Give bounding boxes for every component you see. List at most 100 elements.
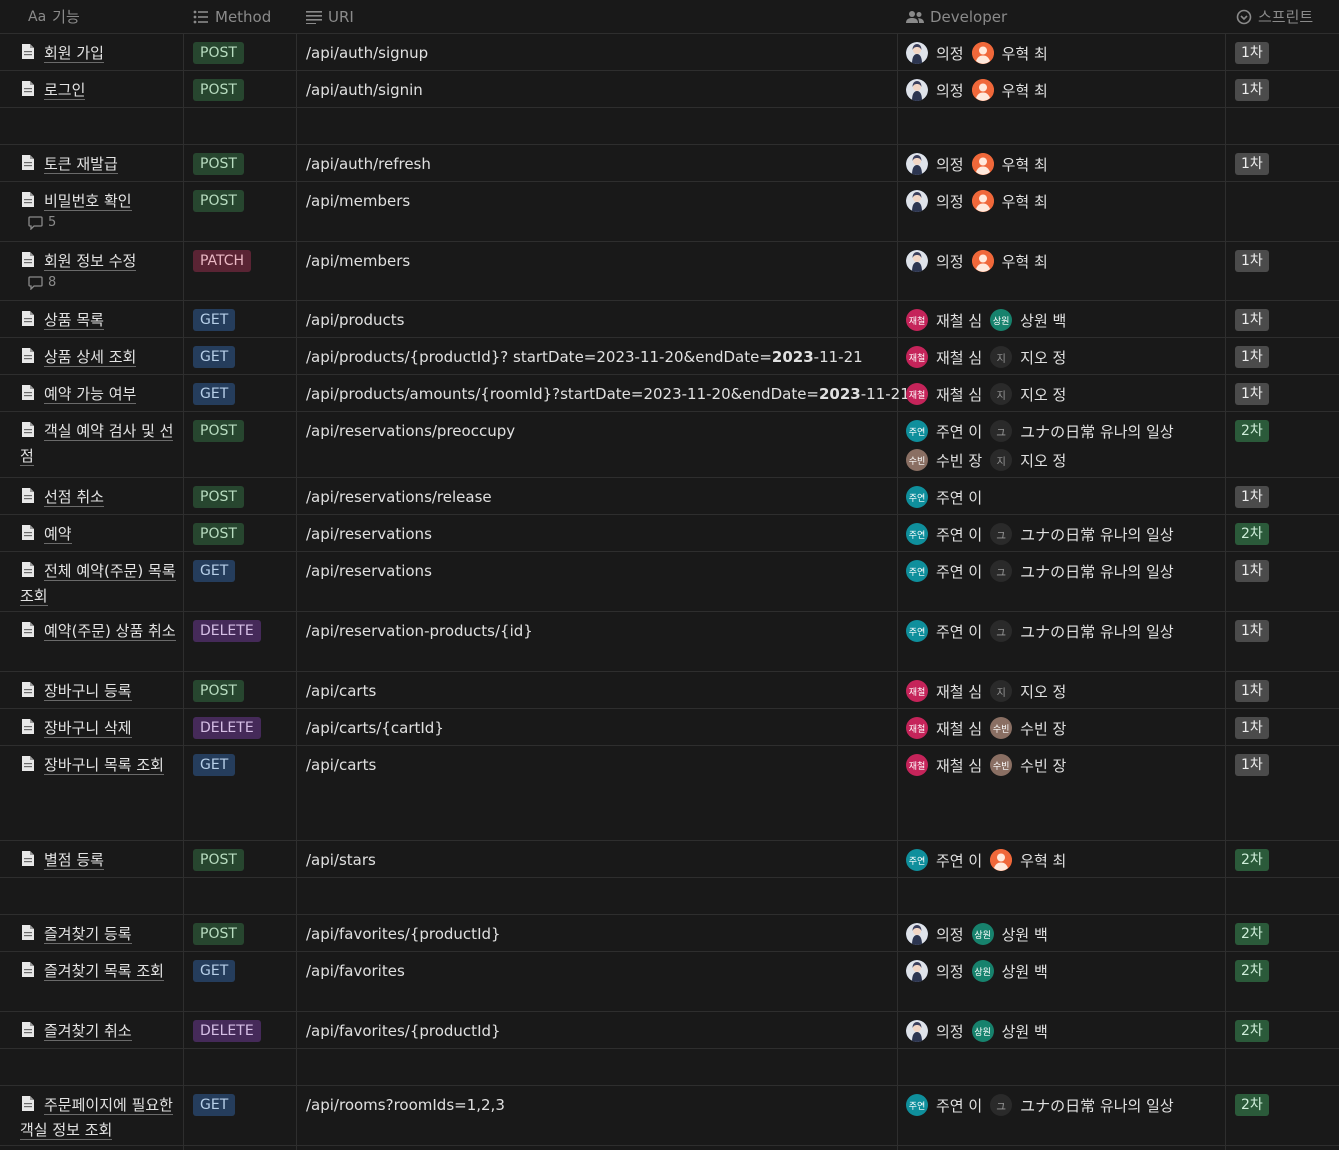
- developer-cell[interactable]: 의정 상원 상원 백: [906, 1020, 1221, 1049]
- method-tag[interactable]: POST: [193, 420, 244, 442]
- method-tag[interactable]: POST: [193, 523, 244, 545]
- row-title[interactable]: 장바구니 등록: [20, 680, 180, 705]
- person-chip[interactable]: 재철 재철 심: [906, 346, 982, 368]
- person-chip[interactable]: 수빈 수빈 장: [906, 449, 982, 471]
- row-title[interactable]: 회원 가입: [20, 42, 180, 67]
- person-chip[interactable]: ユユナの日常 유나의 일상: [990, 560, 1174, 582]
- header-method[interactable]: Method: [193, 0, 271, 33]
- table-row[interactable]: 즐겨찾기 취소 DELETE/api/favorites/{productId} 의…: [0, 1012, 1339, 1049]
- row-title-text[interactable]: 장바구니 삭제: [44, 719, 132, 738]
- person-chip[interactable]: 우혁 최: [971, 190, 1048, 212]
- row-title-text[interactable]: 즐겨찾기 목록 조회: [44, 962, 164, 981]
- row-title-text[interactable]: 회원 정보 수정: [44, 252, 137, 271]
- row-title[interactable]: 비밀번호 확인: [20, 190, 180, 215]
- table-row[interactable]: 주문페이지에 필요한 객실 정보 조회 GET/api/rooms?roomIds…: [0, 1086, 1339, 1146]
- table-row[interactable]: 별점 등록 POST/api/stars 주연 주연 이 우혁 최 2차: [0, 841, 1339, 878]
- sprint-tag[interactable]: 1차: [1235, 309, 1269, 331]
- person-chip[interactable]: 의정: [906, 1020, 964, 1042]
- method-tag[interactable]: POST: [193, 923, 244, 945]
- person-chip[interactable]: 재철 재철 심: [906, 754, 982, 776]
- person-chip[interactable]: 수빈 수빈 장: [990, 717, 1066, 739]
- row-title-text[interactable]: 전체 예약(주문) 목록 조회: [20, 562, 176, 606]
- row-title[interactable]: 즐겨찾기 취소: [20, 1020, 180, 1045]
- method-tag[interactable]: POST: [193, 42, 244, 64]
- uri-cell[interactable]: /api/favorites: [306, 960, 405, 983]
- sprint-tag[interactable]: 1차: [1235, 717, 1269, 739]
- method-tag[interactable]: GET: [193, 960, 236, 982]
- uri-cell[interactable]: /api/auth/refresh: [306, 153, 431, 176]
- person-chip[interactable]: ユユナの日常 유나의 일상: [990, 420, 1174, 442]
- person-chip[interactable]: 의정: [906, 42, 964, 64]
- row-title-text[interactable]: 즐겨찾기 취소: [44, 1022, 132, 1041]
- header-sprint[interactable]: 스프린트: [1236, 0, 1313, 33]
- uri-cell[interactable]: /api/reservations/release: [306, 486, 492, 509]
- sprint-tag[interactable]: 2차: [1235, 420, 1269, 442]
- person-chip[interactable]: 우혁 최: [971, 79, 1048, 101]
- uri-cell[interactable]: /api/favorites/{productId}: [306, 923, 501, 946]
- row-title-text[interactable]: 회원 가입: [44, 44, 104, 63]
- row-title-text[interactable]: 예약: [44, 525, 72, 544]
- developer-cell[interactable]: 주연 주연 이: [906, 486, 1221, 515]
- sprint-tag[interactable]: 1차: [1235, 250, 1269, 272]
- row-title-text[interactable]: 주문페이지에 필요한 객실 정보 조회: [20, 1096, 173, 1140]
- developer-cell[interactable]: 주연 주연 이 ユユナの日常 유나의 일상: [906, 620, 1221, 649]
- header-developer[interactable]: Developer: [906, 0, 1007, 33]
- method-tag[interactable]: POST: [193, 190, 244, 212]
- uri-cell[interactable]: /api/members: [306, 250, 410, 273]
- sprint-tag[interactable]: 2차: [1235, 1020, 1269, 1042]
- table-row[interactable]: 로그인 POST/api/auth/signin 의정 우혁 최 1차: [0, 71, 1339, 108]
- developer-cell[interactable]: 의정 우혁 최: [906, 42, 1221, 71]
- uri-cell[interactable]: /api/products: [306, 309, 405, 332]
- row-title-text[interactable]: 토큰 재발급: [44, 155, 118, 174]
- person-chip[interactable]: ユユナの日常 유나의 일상: [990, 620, 1174, 642]
- person-chip[interactable]: ユユナの日常 유나의 일상: [990, 1094, 1174, 1116]
- row-title[interactable]: 장바구니 목록 조회: [20, 754, 180, 779]
- row-title[interactable]: 토큰 재발급: [20, 153, 180, 178]
- developer-cell[interactable]: 의정 우혁 최: [906, 250, 1221, 279]
- sprint-tag[interactable]: 2차: [1235, 523, 1269, 545]
- header-feature[interactable]: Aa 기능: [28, 0, 80, 33]
- uri-cell[interactable]: /api/reservations/preoccupy: [306, 420, 515, 443]
- method-tag[interactable]: GET: [193, 754, 236, 776]
- row-title[interactable]: 예약 가능 여부: [20, 383, 180, 408]
- method-tag[interactable]: GET: [193, 1094, 236, 1116]
- sprint-tag[interactable]: 2차: [1235, 849, 1269, 871]
- method-tag[interactable]: POST: [193, 153, 244, 175]
- row-title[interactable]: 장바구니 삭제: [20, 717, 180, 742]
- person-chip[interactable]: 우혁 최: [990, 849, 1066, 871]
- method-tag[interactable]: GET: [193, 383, 236, 405]
- developer-cell[interactable]: 재철 재철 심 지 지오 정: [906, 383, 1221, 412]
- table-row[interactable]: [0, 878, 1339, 915]
- table-row[interactable]: [0, 1049, 1339, 1086]
- person-chip[interactable]: 우혁 최: [971, 153, 1048, 175]
- sprint-tag[interactable]: 1차: [1235, 560, 1269, 582]
- table-row[interactable]: 상품 상세 조회 GET/api/products/{productId}? st…: [0, 338, 1339, 375]
- person-chip[interactable]: 상원 상원 백: [971, 923, 1048, 945]
- row-title[interactable]: 별점 등록: [20, 849, 180, 874]
- row-title[interactable]: 즐겨찾기 목록 조회: [20, 960, 180, 985]
- table-row[interactable]: 장바구니 목록 조회 GET/api/carts 재철 재철 심 수빈 수빈 장 1차: [0, 746, 1339, 841]
- sprint-tag[interactable]: 1차: [1235, 383, 1269, 405]
- person-chip[interactable]: 의정: [906, 923, 964, 945]
- table-row[interactable]: 선점 취소 POST/api/reservations/release 주연 주연 이…: [0, 478, 1339, 515]
- method-tag[interactable]: POST: [193, 680, 244, 702]
- sprint-tag[interactable]: 1차: [1235, 486, 1269, 508]
- person-chip[interactable]: ユユナの日常 유나의 일상: [990, 523, 1174, 545]
- method-tag[interactable]: DELETE: [193, 717, 261, 739]
- developer-cell[interactable]: 의정 우혁 최: [906, 79, 1221, 108]
- person-chip[interactable]: 의정: [906, 153, 964, 175]
- uri-cell[interactable]: /api/favorites/{productId}: [306, 1020, 501, 1043]
- person-chip[interactable]: 재철 재철 심: [906, 383, 982, 405]
- person-chip[interactable]: 지 지오 정: [990, 449, 1066, 471]
- row-title-text[interactable]: 상품 목록: [44, 311, 104, 330]
- row-title[interactable]: 전체 예약(주문) 목록 조회: [20, 560, 180, 608]
- row-title-text[interactable]: 선점 취소: [44, 488, 104, 507]
- sprint-tag[interactable]: 1차: [1235, 153, 1269, 175]
- method-tag[interactable]: POST: [193, 849, 244, 871]
- comment-count[interactable]: 8: [28, 275, 56, 290]
- developer-cell[interactable]: 재철 재철 심 지 지오 정: [906, 680, 1221, 709]
- row-title[interactable]: 로그인: [20, 79, 180, 104]
- uri-cell[interactable]: /api/reservation-products/{id}: [306, 620, 533, 643]
- row-title[interactable]: 상품 상세 조회: [20, 346, 180, 371]
- table-row[interactable]: 장바구니 등록 POST/api/carts 재철 재철 심 지 지오 정 1차: [0, 672, 1339, 709]
